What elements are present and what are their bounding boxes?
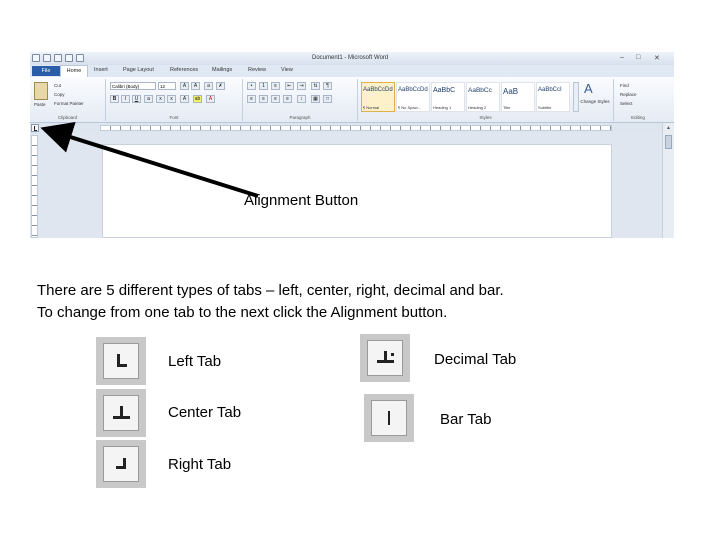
- center-tab-label: Center Tab: [168, 404, 242, 421]
- decimal-tab-label: Decimal Tab: [434, 351, 517, 368]
- left-tab-label: Left Tab: [168, 353, 222, 370]
- alignment-button-caption: Alignment Button: [244, 192, 359, 209]
- bar-tab-icon: [364, 394, 414, 442]
- decimal-tab-icon: [360, 334, 410, 382]
- left-tab-icon: [96, 337, 146, 385]
- right-tab-label: Right Tab: [168, 456, 232, 473]
- bar-tab-label: Bar Tab: [440, 411, 492, 428]
- right-tab-icon: [96, 440, 146, 488]
- description-line-2: To change from one tab to the next click…: [37, 304, 448, 321]
- center-tab-icon: [96, 389, 146, 437]
- description-line-1: There are 5 different types of tabs – le…: [37, 282, 504, 299]
